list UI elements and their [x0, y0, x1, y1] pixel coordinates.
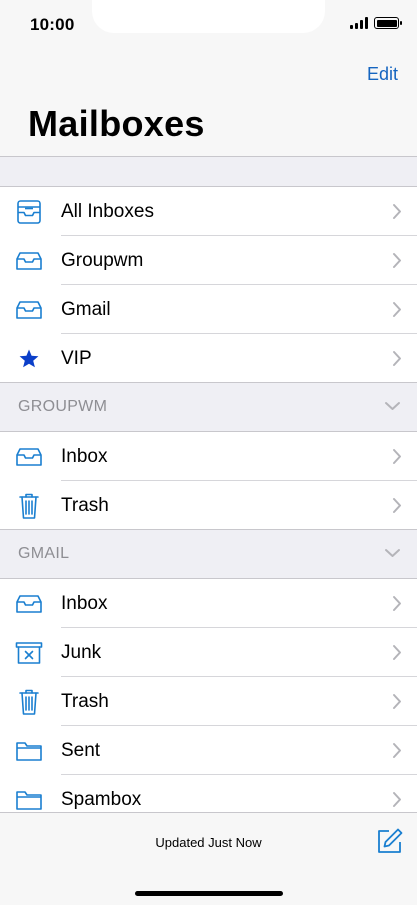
mailbox-label: Inbox	[61, 445, 108, 467]
mailbox-label: Groupwm	[61, 249, 144, 271]
battery-icon	[374, 17, 402, 29]
navigation-bar: Edit Mailboxes	[0, 50, 417, 157]
chevron-right-icon	[393, 351, 401, 366]
chevron-down-icon[interactable]	[384, 548, 401, 558]
chevron-right-icon	[393, 645, 401, 660]
chevron-right-icon	[393, 449, 401, 464]
chevron-right-icon	[393, 596, 401, 611]
status-time: 10:00	[30, 15, 75, 34]
chevron-right-icon-wrapper	[377, 693, 417, 710]
chevron-right-icon-wrapper	[377, 301, 417, 318]
bottom-toolbar: Updated Just Now	[0, 812, 417, 905]
chevron-right-icon-wrapper	[377, 742, 417, 759]
edit-button[interactable]: Edit	[367, 64, 398, 85]
chevron-right-icon	[393, 743, 401, 758]
inbox-tray-icon	[0, 593, 61, 615]
chevron-right-icon	[393, 498, 401, 513]
page-title: Mailboxes	[28, 103, 205, 144]
chevron-right-icon	[393, 204, 401, 219]
chevron-right-icon	[393, 792, 401, 807]
chevron-right-icon	[393, 694, 401, 709]
folder-icon	[0, 740, 61, 762]
junk-icon	[0, 641, 61, 665]
chevron-right-icon-wrapper	[377, 252, 417, 269]
mailbox-label: Inbox	[61, 592, 108, 614]
mailbox-label: All Inboxes	[61, 200, 154, 222]
inbox-tray-icon	[0, 250, 61, 272]
mailbox-row-groupwm[interactable]: Groupwm	[0, 236, 417, 285]
chevron-down-icon[interactable]	[384, 401, 401, 411]
section-title: GMAIL	[18, 545, 70, 562]
compose-icon	[378, 828, 403, 853]
chevron-right-icon	[393, 253, 401, 268]
mailbox-row-gmail-trash[interactable]: Trash	[0, 677, 417, 726]
cellular-signal-icon	[350, 17, 368, 29]
chevron-right-icon-wrapper	[377, 497, 417, 514]
mailbox-label: VIP	[61, 347, 92, 369]
mailbox-row-groupwm-trash[interactable]: Trash	[0, 481, 417, 530]
mailbox-label: Trash	[61, 690, 109, 712]
chevron-right-icon-wrapper	[377, 350, 417, 367]
collapse-toggle[interactable]	[384, 398, 401, 416]
section-title: GROUPWM	[18, 398, 108, 415]
mailbox-label: Trash	[61, 494, 109, 516]
mailbox-label: Sent	[61, 739, 101, 761]
chevron-right-icon-wrapper	[377, 644, 417, 661]
chevron-right-icon-wrapper	[377, 203, 417, 220]
list-top-spacer	[0, 157, 417, 187]
home-indicator	[135, 891, 283, 896]
mailbox-label: Spambox	[61, 788, 142, 810]
section-header-gmail[interactable]: GMAIL	[0, 530, 417, 579]
chevron-right-icon-wrapper	[377, 595, 417, 612]
chevron-right-icon-wrapper	[377, 448, 417, 465]
mailbox-label: Gmail	[61, 298, 111, 320]
star-icon	[0, 348, 61, 370]
inbox-tray-icon	[0, 299, 61, 321]
inbox-tray-icon	[0, 446, 61, 468]
mailbox-row-gmail-sent[interactable]: Sent	[0, 726, 417, 775]
status-bar: 10:00	[0, 0, 417, 50]
mailbox-row-all-inboxes[interactable]: All Inboxes	[0, 187, 417, 236]
compose-button[interactable]	[376, 827, 404, 860]
folder-icon	[0, 789, 61, 811]
mailbox-row-gmail[interactable]: Gmail	[0, 285, 417, 334]
mailbox-list[interactable]: All Inboxes Groupwm Gmail VIP GROUPWM Inbox Tr…	[0, 157, 417, 812]
mailbox-row-groupwm-inbox[interactable]: Inbox	[0, 432, 417, 481]
mailbox-row-vip[interactable]: VIP	[0, 334, 417, 383]
mailbox-row-gmail-junk[interactable]: Junk	[0, 628, 417, 677]
mailbox-row-gmail-spambox[interactable]: Spambox	[0, 775, 417, 812]
mailbox-label: Junk	[61, 641, 102, 663]
trash-icon	[0, 492, 61, 520]
status-icons	[350, 17, 402, 29]
update-status: Updated Just Now	[155, 835, 262, 850]
chevron-right-icon-wrapper	[377, 791, 417, 808]
trash-icon	[0, 688, 61, 716]
section-header-groupwm[interactable]: GROUPWM	[0, 383, 417, 432]
all-inboxes-icon	[0, 199, 61, 225]
notch	[92, 0, 325, 33]
mailbox-row-gmail-inbox[interactable]: Inbox	[0, 579, 417, 628]
collapse-toggle[interactable]	[384, 545, 401, 563]
chevron-right-icon	[393, 302, 401, 317]
